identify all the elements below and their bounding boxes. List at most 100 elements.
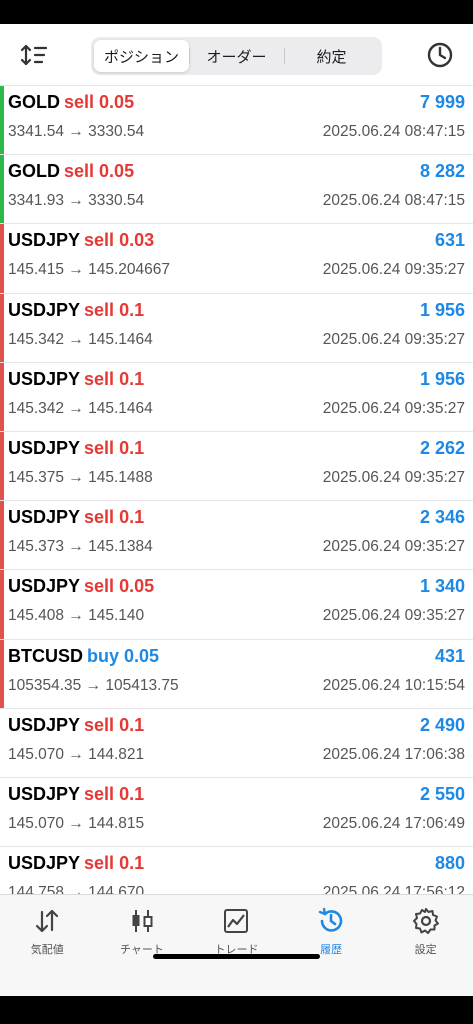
trade-row[interactable]: BTCUSD buy 0.05 105354.35 → 105413.75 431 20…: [0, 639, 473, 709]
trade-title: USDJPY sell 0.1: [8, 715, 144, 736]
segment-orders[interactable]: オーダー: [189, 40, 284, 72]
trade-side-bar: [0, 293, 4, 362]
trade-volume: 0.05: [99, 92, 135, 112]
trade-profit: 2 346: [419, 507, 465, 528]
trade-prices: 145.342 → 145.1464: [8, 330, 153, 348]
trade-prices: 145.408 → 145.140: [8, 607, 145, 625]
trade-prices: 145.070 → 144.815: [8, 814, 145, 832]
trade-symbol: USDJPY: [8, 368, 81, 389]
trade-side-bar: [0, 86, 4, 155]
trade-prices: 3341.54 → 3330.54: [8, 123, 145, 140]
tab-settings-label: 設定: [414, 944, 437, 956]
trade-prices: 145.375 → 145.1488: [8, 468, 153, 486]
clock-history-icon[interactable]: [425, 40, 455, 70]
trade-symbol: GOLD: [8, 161, 60, 182]
trade-symbol: USDJPY: [8, 437, 81, 458]
trade-profit: 2 550: [419, 783, 465, 804]
trade-profit: 1 340: [419, 576, 465, 597]
tab-chart[interactable]: チャート: [95, 895, 190, 996]
segment-positions[interactable]: ポジション: [94, 40, 189, 72]
trade-side-bar: [0, 570, 4, 639]
tab-history[interactable]: 履歴: [284, 895, 379, 996]
trade-volume: 0.1: [119, 507, 145, 528]
trade-side-bar: [0, 362, 4, 431]
trade-title: USDJPY sell 0.1: [8, 369, 144, 390]
trade-title: USDJPY sell 0.1: [8, 784, 144, 805]
trade-side: sell: [64, 161, 95, 182]
trade-title: USDJPY sell 0.1: [8, 507, 144, 528]
trade-title: BTCUSD buy 0.05: [8, 646, 159, 667]
trade-profit: 2 490: [419, 714, 465, 735]
trade-icon: [224, 909, 249, 933]
trade-history-list: GOLD sell 0.05 3341.54 → 3330.54 7 999 2025.…: [0, 86, 473, 917]
top-toolbar: ポジション オーダー 約定: [0, 24, 473, 86]
quotes-icon: [36, 909, 59, 933]
trade-side: sell: [84, 853, 115, 874]
trade-profit: 1 956: [419, 368, 465, 389]
trade-profit: 7 999: [419, 92, 465, 112]
bottom-tab-bar: 気配値 チャート トレード 履歴 設定: [0, 894, 473, 996]
history-icon: [318, 907, 343, 932]
trade-prices: 145.070 → 144.821: [8, 745, 145, 763]
trade-profit: 1 956: [419, 299, 465, 320]
trade-side-bar: [0, 709, 4, 777]
trade-volume: 0.1: [119, 368, 145, 389]
trade-row[interactable]: USDJPY sell 0.1 145.070 → 144.815 2 550 2025…: [0, 778, 473, 848]
trade-side: sell: [84, 507, 115, 528]
tab-trade[interactable]: トレード: [189, 895, 284, 996]
trade-row[interactable]: USDJPY sell 0.1 145.342 → 145.1464 1 956 202…: [0, 293, 473, 363]
trade-time: 2025.06.24 09:35:27: [322, 399, 465, 417]
trade-time: 2025.06.24 09:35:27: [322, 261, 465, 279]
trade-time: 2025.06.24 08:47:15: [322, 123, 465, 140]
trade-row[interactable]: USDJPY sell 0.03 145.415 → 145.204667 631 20…: [0, 224, 473, 294]
trade-row[interactable]: GOLD sell 0.05 3341.93 → 3330.54 8 282 2025.…: [0, 155, 473, 225]
trade-profit: 8 282: [419, 161, 465, 182]
trade-time: 2025.06.24 17:06:49: [322, 814, 465, 832]
trade-time: 2025.06.24 09:35:27: [322, 468, 465, 486]
chart-icon: [132, 910, 153, 932]
sort-icon[interactable]: [20, 42, 48, 68]
segment-deals[interactable]: 約定: [284, 40, 379, 72]
trade-side: sell: [84, 714, 115, 735]
trade-profit: 880: [434, 853, 465, 874]
trade-row[interactable]: USDJPY sell 0.1 145.070 → 144.821 2 490 2025…: [0, 709, 473, 778]
trade-row[interactable]: USDJPY sell 0.1 145.373 → 145.1384 2 346 202…: [0, 501, 473, 571]
trade-title: USDJPY sell 0.1: [8, 438, 144, 459]
trade-row[interactable]: GOLD sell 0.05 3341.54 → 3330.54 7 999 2025.…: [0, 86, 473, 156]
trade-side-bar: [0, 501, 4, 570]
trade-volume: 0.1: [119, 437, 145, 458]
trade-row[interactable]: USDJPY sell 0.05 145.408 → 145.140 1 340 202…: [0, 570, 473, 640]
trade-title: USDJPY sell 0.1: [8, 300, 144, 321]
tab-quotes-label: 気配値: [30, 944, 64, 956]
trade-title: USDJPY sell 0.03: [8, 230, 154, 251]
tab-settings[interactable]: 設定: [378, 895, 473, 996]
trade-volume: 0.05: [124, 645, 160, 666]
trade-title: GOLD sell 0.05: [8, 161, 134, 182]
trade-symbol: BTCUSD: [8, 645, 83, 666]
trade-time: 2025.06.24 09:35:27: [322, 330, 465, 348]
trade-volume: 0.1: [119, 783, 145, 804]
trade-symbol: USDJPY: [8, 783, 81, 804]
trade-prices: 3341.93 → 3330.54: [8, 192, 145, 210]
trade-volume: 0.1: [119, 853, 145, 874]
segment-control: ポジション オーダー 約定: [91, 37, 382, 75]
trade-time: 2025.06.24 09:35:27: [322, 538, 465, 556]
trade-row[interactable]: USDJPY sell 0.1 145.342 → 145.1464 1 956 202…: [0, 362, 473, 432]
trade-side: sell: [84, 783, 115, 804]
trade-profit: 431: [434, 645, 465, 666]
trade-row[interactable]: USDJPY sell 0.1 145.375 → 145.1488 2 262 202…: [0, 431, 473, 502]
trade-symbol: USDJPY: [8, 299, 81, 320]
trade-side: buy: [87, 645, 120, 666]
settings-icon: [412, 908, 439, 934]
trade-side-bar: [0, 639, 4, 708]
trade-side-bar: [0, 431, 4, 501]
trade-symbol: USDJPY: [8, 230, 81, 251]
trade-time: 2025.06.24 08:47:15: [322, 192, 465, 210]
trade-time: 2025.06.24 10:15:54: [322, 676, 465, 694]
trade-volume: 0.05: [99, 161, 135, 182]
trade-side: sell: [64, 92, 95, 112]
tab-quotes[interactable]: 気配値: [0, 895, 95, 996]
trade-side: sell: [84, 299, 115, 320]
trade-profit: 2 262: [419, 437, 465, 458]
app-screen: ポジション オーダー 約定 GOLD sell 0.05 3341.54 → 333…: [0, 24, 473, 996]
